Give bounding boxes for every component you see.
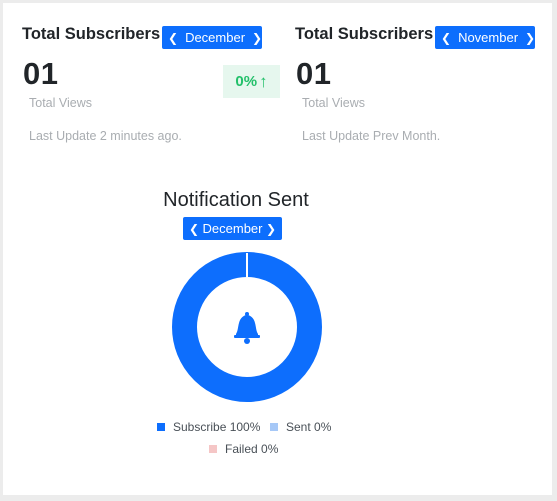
month-picker-december[interactable]: ❮ December ❯ — [162, 26, 262, 49]
last-update-text: Last Update 2 minutes ago. — [29, 129, 182, 143]
change-badge: 0% ↑ — [223, 65, 280, 98]
notification-donut-chart — [172, 252, 322, 402]
month-label: December — [185, 30, 246, 45]
notification-month-picker[interactable]: ❮ December ❯ — [183, 217, 282, 240]
legend-label: Sent 0% — [286, 420, 332, 434]
legend-swatch — [209, 445, 217, 453]
legend-label: Subscribe 100% — [173, 420, 261, 434]
chevron-right-icon[interactable]: ❯ — [525, 31, 535, 45]
arrow-up-icon: ↑ — [259, 71, 268, 91]
legend-swatch — [270, 423, 278, 431]
subscribers-card: Total Subscribers ❮ December ❯ 01 0% ↑ T… — [3, 3, 552, 495]
chevron-right-icon[interactable]: ❯ — [252, 31, 262, 45]
month-picker-november[interactable]: ❮ November ❯ — [435, 26, 535, 49]
notification-title: Notification Sent — [163, 189, 309, 211]
legend-item-subscribe[interactable]: Subscribe 100% — [157, 420, 260, 434]
legend-item-sent[interactable]: Sent 0% — [270, 420, 331, 434]
legend-item-failed[interactable]: Failed 0% — [209, 442, 278, 456]
month-label: November — [458, 30, 519, 45]
chevron-right-icon[interactable]: ❯ — [266, 222, 276, 236]
stat-subtitle: Total Views — [302, 96, 365, 110]
stat-title: Total Subscribers — [22, 25, 161, 43]
chevron-left-icon[interactable]: ❮ — [168, 31, 178, 45]
stat-value: 01 — [296, 56, 332, 91]
bell-icon — [234, 312, 260, 344]
stat-title: Total Subscribers — [295, 25, 434, 43]
month-label: December — [202, 221, 263, 236]
last-update-text: Last Update Prev Month. — [302, 129, 441, 143]
stat-value: 01 — [23, 56, 59, 91]
change-percent: 0% — [235, 73, 258, 90]
legend-swatch — [157, 423, 165, 431]
chevron-left-icon[interactable]: ❮ — [189, 222, 199, 236]
legend-label: Failed 0% — [225, 442, 279, 456]
chevron-left-icon[interactable]: ❮ — [441, 31, 451, 45]
stat-subtitle: Total Views — [29, 96, 92, 110]
